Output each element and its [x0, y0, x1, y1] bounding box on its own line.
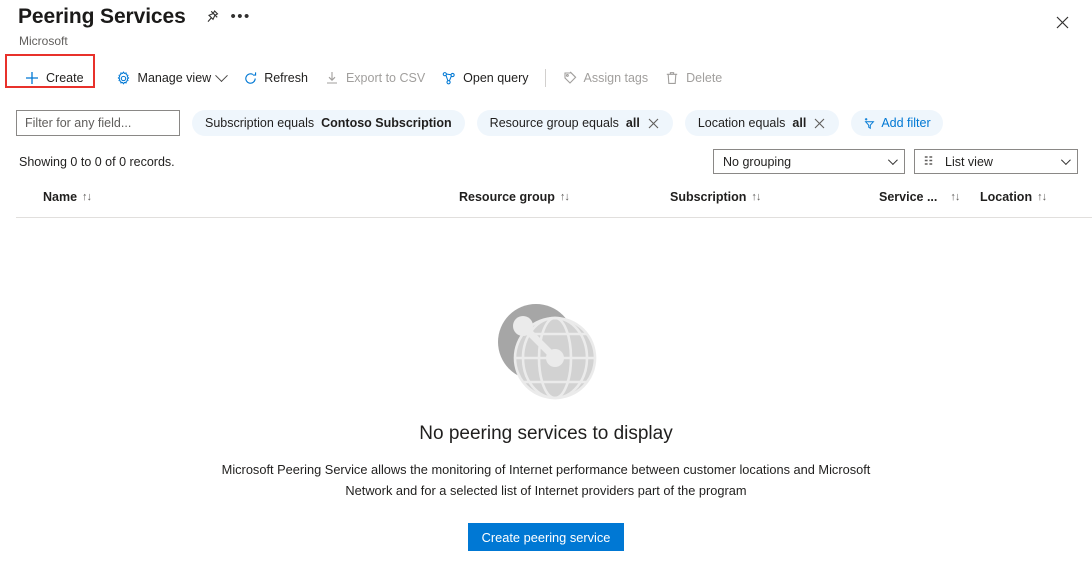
empty-state: No peering services to display Microsoft… — [0, 300, 1092, 561]
funnel-plus-icon — [863, 117, 876, 130]
delete-button: Delete — [656, 64, 730, 92]
export-to-csv-button: Export to CSV — [316, 64, 433, 92]
filter-chip-subscription-prefix: Subscription equals — [205, 116, 315, 130]
filter-chip-location-value: all — [792, 116, 807, 130]
filter-bar: Subscription equals Contoso Subscription… — [0, 108, 1092, 138]
list-controls: No grouping List view — [713, 149, 1078, 174]
column-header-service[interactable]: Service ... ↑↓ — [879, 190, 960, 204]
sort-arrows-icon: ↑↓ — [559, 191, 570, 203]
table-header: Name ↑↓ Resource group ↑↓ Subscription ↑… — [0, 190, 1092, 213]
tag-icon — [562, 70, 578, 86]
chevron-down-icon — [887, 155, 898, 166]
export-to-csv-label: Export to CSV — [345, 71, 426, 85]
chevron-down-icon — [215, 68, 229, 82]
sort-arrows-icon: ↑↓ — [950, 191, 960, 203]
peering-globe-icon — [491, 300, 601, 405]
grouping-select[interactable]: No grouping — [713, 149, 905, 174]
view-select[interactable]: List view — [914, 149, 1078, 174]
grouping-select-value: No grouping — [723, 154, 792, 169]
open-query-button[interactable]: Open query — [433, 64, 536, 92]
download-icon — [324, 70, 340, 86]
page-subtitle: Microsoft — [19, 34, 68, 48]
assign-tags-label: Assign tags — [583, 71, 649, 85]
filter-chip-subscription-value: Contoso Subscription — [321, 116, 452, 130]
sort-arrows-icon: ↑↓ — [1037, 191, 1047, 203]
refresh-label: Refresh — [264, 71, 308, 85]
command-bar: Create Manage view Refresh Export to CSV — [0, 54, 1092, 96]
search-input[interactable] — [16, 110, 180, 136]
column-header-subscription[interactable]: Subscription ↑↓ — [670, 190, 761, 204]
close-icon[interactable] — [813, 117, 826, 130]
pin-icon[interactable] — [204, 8, 222, 26]
manage-view-button[interactable]: Manage view — [108, 64, 235, 92]
delete-label: Delete — [686, 71, 723, 85]
view-select-value: List view — [945, 154, 993, 169]
refresh-icon — [242, 70, 258, 86]
column-header-resource-group[interactable]: Resource group ↑↓ — [459, 190, 570, 204]
filter-chip-subscription[interactable]: Subscription equals Contoso Subscription — [192, 110, 465, 136]
sort-arrows-icon: ↑↓ — [82, 191, 92, 203]
filter-chip-resource-group[interactable]: Resource group equals all — [476, 110, 673, 136]
query-graph-icon — [441, 70, 457, 86]
peering-services-blade: Peering Services ••• Microsoft Create Ma… — [0, 0, 1092, 561]
column-header-subscription-label: Subscription — [670, 190, 747, 204]
close-icon[interactable] — [1048, 8, 1076, 36]
gear-icon — [116, 70, 132, 86]
ellipsis-icon[interactable]: ••• — [231, 8, 250, 26]
add-filter-label: Add filter — [881, 116, 931, 130]
toolbar-separator — [544, 69, 546, 87]
blade-header: Peering Services ••• Microsoft — [0, 0, 1092, 58]
sort-arrows-icon: ↑↓ — [751, 191, 761, 203]
records-count: Showing 0 to 0 of 0 records. — [19, 155, 175, 169]
column-header-service-label: Service ... — [879, 190, 938, 204]
manage-view-label: Manage view — [137, 71, 212, 85]
create-button-label: Create — [46, 71, 84, 85]
filter-chip-resource-group-prefix: Resource group equals — [489, 116, 619, 130]
trash-icon — [664, 70, 680, 86]
refresh-button[interactable]: Refresh — [234, 64, 316, 92]
column-header-name-label: Name — [43, 190, 78, 204]
create-peering-service-button[interactable]: Create peering service — [467, 523, 625, 551]
create-button[interactable]: Create — [16, 64, 92, 92]
column-header-location-label: Location — [980, 190, 1033, 204]
empty-state-title: No peering services to display — [419, 423, 673, 444]
close-icon[interactable] — [647, 117, 660, 130]
create-button-wrapper: Create — [5, 54, 95, 92]
list-view-icon — [924, 155, 938, 169]
title-row: Peering Services ••• — [18, 4, 250, 30]
open-query-label: Open query — [463, 71, 529, 85]
table-header-divider — [16, 217, 1092, 218]
empty-state-description: Microsoft Peering Service allows the mon… — [221, 462, 871, 498]
plus-icon — [24, 70, 40, 86]
filter-chip-location[interactable]: Location equals all — [684, 110, 840, 136]
filter-chip-location-prefix: Location equals — [697, 116, 786, 130]
column-header-resource-group-label: Resource group — [459, 190, 555, 204]
column-header-location[interactable]: Location ↑↓ — [980, 190, 1047, 204]
add-filter-button[interactable]: Add filter — [851, 110, 943, 136]
column-header-name[interactable]: Name ↑↓ — [43, 190, 92, 204]
filter-chip-resource-group-value: all — [625, 116, 640, 130]
assign-tags-button: Assign tags — [554, 64, 657, 92]
chevron-down-icon — [1060, 155, 1071, 166]
page-title: Peering Services — [18, 5, 186, 28]
